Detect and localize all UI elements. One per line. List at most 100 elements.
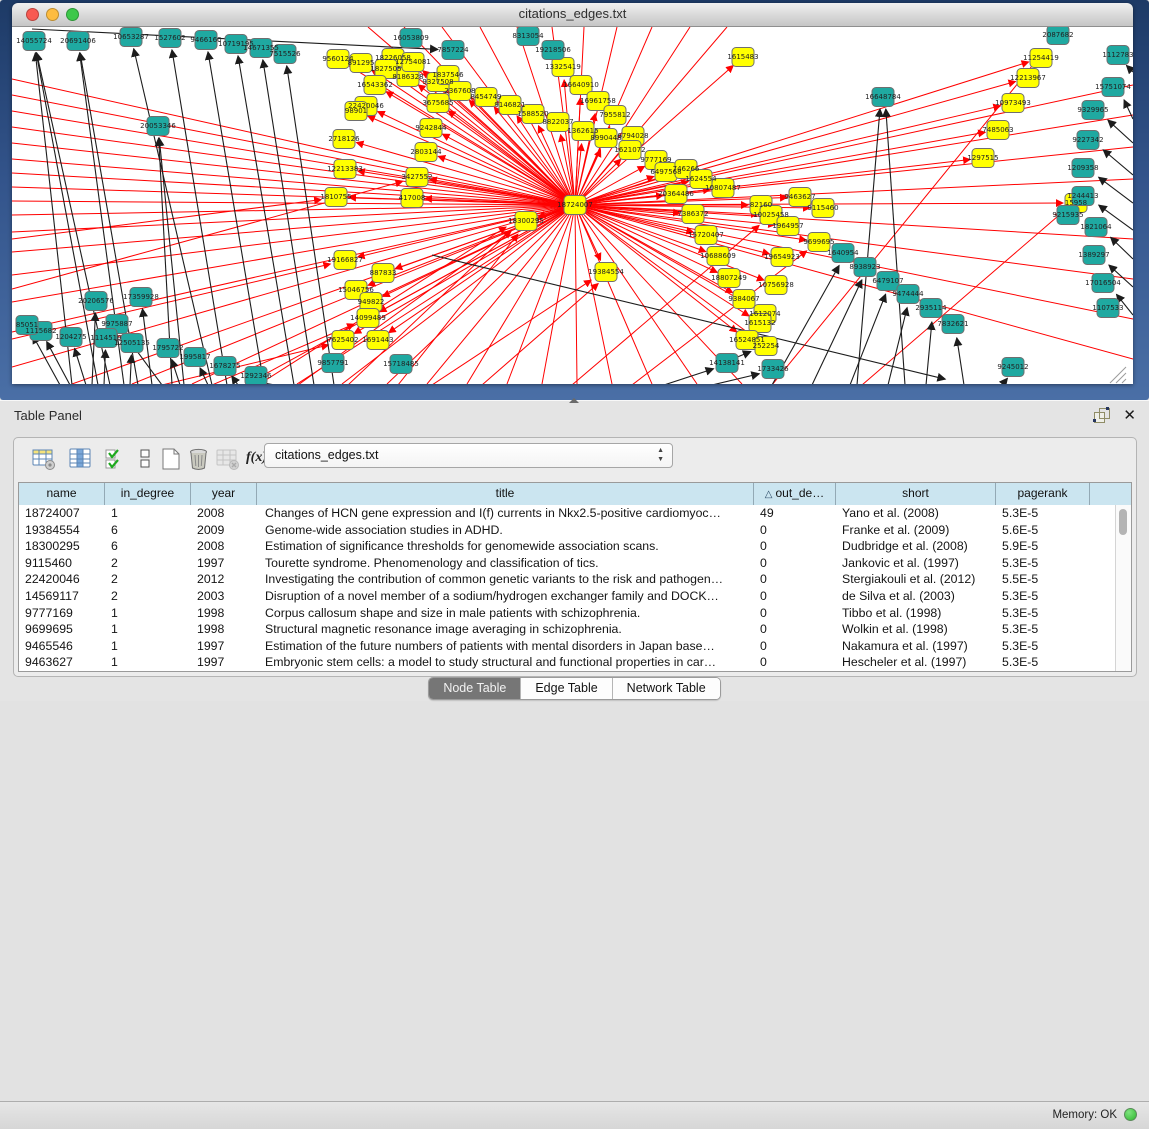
graph-node-label: 16543362: [357, 81, 393, 89]
splitter-grip-icon[interactable]: [569, 398, 579, 403]
graph-node-label: 16640910: [563, 81, 599, 89]
delete-table-icon: [216, 447, 240, 471]
new-document-icon[interactable]: [159, 447, 183, 471]
table-row[interactable]: 946362711997Embryonic stem cells: a mode…: [19, 654, 1116, 671]
column-header-pagerank[interactable]: pagerank: [996, 483, 1090, 505]
tab-node-table[interactable]: Node Table: [429, 678, 521, 699]
graph-node-label: 7857224: [437, 46, 469, 54]
table-row[interactable]: 1872400712008Changes of HCN gene express…: [19, 505, 1116, 522]
table-cell: 2009: [191, 522, 257, 539]
window-titlebar[interactable]: citations_edges.txt: [12, 3, 1133, 27]
table-row[interactable]: 1456911722003Disruption of a novel membe…: [19, 588, 1116, 605]
table-tabs: Node TableEdge TableNetwork Table: [0, 677, 1149, 699]
column-select-icon[interactable]: [69, 447, 93, 471]
table-row[interactable]: 911546021997Tourette syndrome. Phenomeno…: [19, 555, 1116, 572]
table-selector-combo[interactable]: citations_edges.txt ▲▼: [264, 443, 673, 468]
network-window: citations_edges.txt 95601248912951822605…: [12, 3, 1133, 384]
table-cell: 1998: [191, 621, 257, 638]
column-header-name[interactable]: name: [19, 483, 105, 505]
column-header-out_de[interactable]: △out_de…: [754, 483, 836, 505]
graph-node-label: 10025458: [753, 211, 789, 219]
column-header-year[interactable]: year: [191, 483, 257, 505]
table-cell: Embryonic stem cells: a model to study s…: [257, 654, 754, 671]
graph-node-label: 17016504: [1085, 279, 1121, 287]
graph-node-label: 8938923: [849, 263, 880, 271]
graph-node-label: 1244413: [1067, 192, 1098, 200]
graph-node-label: 8822037: [542, 118, 573, 126]
graph-node-label: 1640954: [827, 249, 859, 257]
table-cell: 19384554: [19, 522, 105, 539]
table-body: 1872400712008Changes of HCN gene express…: [19, 505, 1116, 671]
sort-ascending-icon: △: [765, 489, 773, 500]
table-cell: 1: [105, 605, 191, 622]
table-row[interactable]: 977716911998Corpus callosum shape and si…: [19, 605, 1116, 622]
table-panel-body: f(x) citations_edges.txt ▲▼ namein_degre…: [13, 437, 1137, 677]
graph-node-label: 9857791: [317, 359, 348, 367]
graph-node-label: 19218506: [535, 46, 571, 54]
split-rows-icon[interactable]: [134, 447, 158, 471]
table-cell: Investigating the contribution of common…: [257, 571, 754, 588]
table-cell: Hescheler et al. (1997): [836, 654, 996, 671]
graph-node-label: 9146821: [494, 101, 525, 109]
tab-network-table[interactable]: Network Table: [613, 678, 720, 699]
table-cell: 0: [754, 538, 836, 555]
tab-edge-table[interactable]: Edge Table: [521, 678, 612, 699]
table-cell: 0: [754, 588, 836, 605]
graph-node-label: 15046756: [338, 286, 374, 294]
graph-node-label: 9242844: [415, 124, 447, 132]
table-selector-value: citations_edges.txt: [275, 448, 379, 462]
table-row[interactable]: 2242004622012Investigating the contribut…: [19, 571, 1116, 588]
table-cell: de Silva et al. (2003): [836, 588, 996, 605]
scrollbar-thumb[interactable]: [1119, 509, 1127, 535]
table-cell: Changes of HCN gene expression and I(f) …: [257, 505, 754, 522]
graph-node-label: 7386372: [677, 210, 708, 218]
citation-network-graph[interactable]: 9560124891295182260581827505165433628186…: [12, 27, 1133, 384]
network-canvas[interactable]: 9560124891295182260581827505165433628186…: [12, 27, 1133, 384]
graph-node-label: 746266: [673, 165, 700, 173]
graph-node-label: 14138141: [709, 359, 745, 367]
table-settings-icon[interactable]: [32, 447, 56, 471]
column-header-title[interactable]: title: [257, 483, 754, 505]
graph-node-label: 1588520: [517, 110, 548, 118]
attribute-table: namein_degreeyeartitle△out_de…shortpager…: [18, 482, 1132, 672]
column-header-in_degree[interactable]: in_degree: [105, 483, 191, 505]
graph-node-label: 7832621: [937, 320, 968, 328]
table-cell: Corpus callosum shape and size in male p…: [257, 605, 754, 622]
table-tabbar: Node TableEdge TableNetwork Table: [428, 677, 720, 700]
table-cell: 2012: [191, 571, 257, 588]
table-cell: 5.3E-5: [996, 638, 1090, 655]
graph-node-label: 17359928: [123, 293, 159, 301]
float-panel-icon[interactable]: [1094, 408, 1109, 423]
table-row[interactable]: 969969511998Structural magnetic resonanc…: [19, 621, 1116, 638]
table-cell: Estimation of the future numbers of pati…: [257, 638, 754, 655]
graph-node-label: 12213967: [1010, 74, 1046, 82]
table-cell: 1: [105, 505, 191, 522]
close-panel-icon[interactable]: ✕: [1123, 406, 1136, 424]
table-cell: 0: [754, 522, 836, 539]
graph-node-label: 9777169: [640, 156, 671, 164]
column-header-short[interactable]: short: [836, 483, 996, 505]
graph-node-label: 20364486: [658, 190, 694, 198]
table-panel-title: Table Panel: [14, 408, 82, 423]
graph-node-label: 18724007: [557, 201, 593, 209]
table-cell: Franke et al. (2009): [836, 522, 996, 539]
graph-node-label: 1112783: [1102, 51, 1133, 59]
graph-node-label: 11254419: [1023, 54, 1059, 62]
table-cell: 5.6E-5: [996, 522, 1090, 539]
memory-indicator[interactable]: [1124, 1108, 1137, 1121]
row-check-icon[interactable]: [104, 447, 128, 471]
graph-node-label: 6794028: [617, 132, 648, 140]
table-row[interactable]: 1830029562008Estimation of significance …: [19, 538, 1116, 555]
graph-node-label: 98901: [345, 107, 367, 115]
table-scrollbar[interactable]: [1115, 505, 1131, 671]
graph-node-label: 85051: [16, 321, 38, 329]
graph-node-label: 887833: [370, 269, 397, 277]
graph-node-label: 1837546: [432, 71, 464, 79]
graph-node-label: 10756928: [758, 281, 794, 289]
table-cell: 6: [105, 522, 191, 539]
trash-icon[interactable]: [187, 447, 211, 471]
table-cell: Structural magnetic resonance image aver…: [257, 621, 754, 638]
table-row[interactable]: 1938455462009Genome-wide association stu…: [19, 522, 1116, 539]
table-cell: 1997: [191, 638, 257, 655]
table-row[interactable]: 946554611997Estimation of the future num…: [19, 638, 1116, 655]
